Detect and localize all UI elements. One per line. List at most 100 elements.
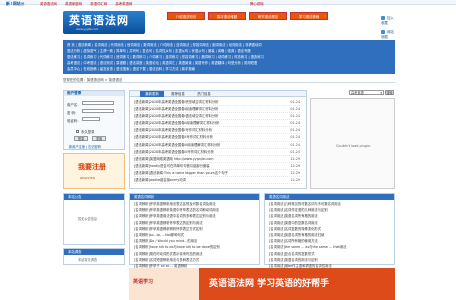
list-item[interactable]: [语法新闻]2020年高考英语全国卷I写作词汇材料分析 01-24 <box>134 127 302 135</box>
news-title[interactable]: [语法新闻]hardly是否可在简单句句首引起部分倒装 <box>134 163 274 169</box>
top-links: 英语语法网 英语家庭网 英语词汇网 高考英语网 <box>40 1 139 6</box>
news-title[interactable]: [语法新闻]2020年高考英语全国卷II写作词汇材料分析 <box>134 134 274 140</box>
username-input[interactable] <box>82 101 114 105</box>
news-title[interactable]: [语法新闻]语法新闻:This is twice bigger than you… <box>134 170 274 176</box>
promo-title: 我要注册 <box>78 163 106 171</box>
register-promo[interactable]: 我要注册 REGISTER <box>63 153 125 189</box>
news-title[interactable]: [语法新闻]2020年高考英语全国卷III写作词汇材料分析 <box>134 149 274 155</box>
plugin-frame: Couldn't load plugin. <box>310 98 395 189</box>
top-nav-bar: 新↑网站@ 英语语法网 英语家庭网 英语词汇网 高考英语网 腾心烦恼 <box>0 0 456 7</box>
news-title[interactable]: [语法新闻]英语网络英语网 http://www.yygnjlzl.com <box>134 156 274 162</box>
list-item[interactable]: [语法新闻]2020年高考英语全国卷I阅读理解词汇材料分析 01-24 <box>134 106 302 114</box>
list-item[interactable]: [语法新闻]2020年高考英语全国卷II阅读理解词汇材料分析 01-24 <box>134 120 302 128</box>
fav-item[interactable]: 加入收藏 <box>381 15 395 25</box>
list-item[interactable]: [语法新闻]hardly是否可在简单句句首引起部分倒装 12-29 <box>134 163 302 170</box>
site-brand[interactable]: 新↑网站@ <box>6 1 24 7</box>
top-link[interactable]: 英语家庭网 <box>65 2 82 6</box>
breadcrumb: 您现在的位置：英语语法网 > 英语语法 <box>63 77 395 83</box>
banner-link[interactable]: 探讨语法难题 <box>208 12 246 20</box>
fav-item[interactable]: 网站地图 <box>381 29 395 39</box>
noun-usage-panel: 英语名词用法 [名词用法]几种常见的可数名词与不可数名词用法 [名词用法]名词作… <box>264 193 395 268</box>
list-item[interactable]: [语法新闻]2020年高考英语全国卷III写作词汇材料分析 01-24 <box>134 149 302 156</box>
banner-text: 英语语法网 学习英语的好帮手 <box>209 279 330 289</box>
site-header: 英语语法网 www.yygfw.com 介绍语法知识 探讨语法难题 研究语法理论… <box>63 7 395 53</box>
news-date: 01-24 <box>290 149 300 154</box>
announcement-title: 本站公告 <box>64 194 124 200</box>
logo-subtitle: www.yygfw.com <box>76 27 99 31</box>
login-title: 用户登录 <box>64 91 124 96</box>
news-date: 01-24 <box>290 135 300 140</box>
top-link[interactable]: 英语词汇网 <box>90 2 107 6</box>
list-item[interactable]: [语法新闻]2020年高考英语全国卷I语法填空词汇材料分析 01-24 <box>134 113 302 121</box>
news-date: 12-29 <box>290 170 300 175</box>
chevron-down-icon: ▾ <box>380 91 382 95</box>
list-item[interactable]: [语法新闻]dislike能否接every动词 12-29 <box>134 177 302 185</box>
panel-list: [名词辨析]怀孕英语辨析用法表达区别及可数名词及用法 [名词辨析]怀孕英语辨析英… <box>130 200 259 269</box>
captcha-label: 验证码： <box>67 119 81 123</box>
news-title[interactable]: [语法新闻]2020年高考英语全国卷I完形填空词汇材料分析 <box>134 99 274 105</box>
list-item[interactable]: [语法新闻]英语网络英语网 http://www.yygnjlzl.com 12-… <box>134 156 302 163</box>
banner-ad-image: 英语学习 <box>129 268 199 300</box>
list-item[interactable]: [语法新闻]2020年高考英语全国卷I完形填空词汇材料分析 01-24 <box>134 99 302 107</box>
plugin-area: 高考英语 ▾ 搜索 Couldn't load plugin. <box>310 90 395 189</box>
banner-link[interactable]: 学习语法基础 <box>290 12 328 20</box>
survey-title: 本站调查 <box>64 249 124 255</box>
menu-row[interactable]: 会员中心 | 在线投稿 | 留言反馈 | 语法搜索 | 语法下载 | 语法百科 … <box>67 66 391 71</box>
reset-button[interactable]: 重置 <box>92 136 106 141</box>
top-link[interactable]: 英语语法网 <box>40 2 57 6</box>
remember-checkbox[interactable] <box>76 130 79 133</box>
news-title[interactable]: [语法新闻]dislike能否接every动词 <box>134 177 274 183</box>
announcement-box: 本站公告 暂无公告信息 <box>63 193 125 245</box>
menu-row[interactable]: 首 页 | 语法新闻 | 名词用法 | 代词用法 | 冠词用法 | 数词用法 |… <box>67 42 391 47</box>
news-title[interactable]: [语法新闻]2020年高考英语全国卷I阅读理解词汇材料分析 <box>134 106 274 112</box>
search-button[interactable]: 搜索 <box>385 90 394 95</box>
list-item[interactable]: [语法新闻]2020年高考英语全国卷III阅读理解词汇材料分析 01-24 <box>134 142 302 149</box>
logo-title: 英语语法网 <box>69 14 129 27</box>
plugin-message: Couldn't load plugin. <box>336 144 372 148</box>
site-logo[interactable]: 英语语法网 www.yygfw.com <box>63 11 145 34</box>
select-value: 高考英语 <box>351 91 364 95</box>
news-date: 01-24 <box>290 114 300 119</box>
news-list: [语法新闻]2020年高考英语全国卷I完形填空词汇材料分析 01-24 [语法新闻… <box>130 97 306 185</box>
news-title[interactable]: [语法新闻]2020年高考英语全国卷III阅读理解词汇材料分析 <box>134 142 274 148</box>
news-title[interactable]: [语法新闻]2020年高考英语全国卷I写作词汇材料分析 <box>134 127 274 133</box>
captcha-input[interactable] <box>82 117 100 121</box>
category-select[interactable]: 高考英语 ▾ <box>349 90 384 95</box>
panel-list: [名词用法]几种常见的可数名词与不可数名词用法 [名词用法]名词作定语的几种用法… <box>265 200 394 269</box>
news-date: 01-24 <box>290 128 300 133</box>
menu-row[interactable]: 高考语法 | 中考语法 | 语法测试 | 易错题 | 语法讲座 | 英语论坛 |… <box>67 60 391 65</box>
promo-subtitle: REGISTER <box>80 176 95 180</box>
news-date: 01-24 <box>290 142 300 147</box>
login-button[interactable]: 登录 <box>74 136 88 141</box>
announcement-empty: 暂无公告信息 <box>78 217 98 221</box>
password-input[interactable] <box>82 109 114 113</box>
news-date: 01-24 <box>290 121 300 126</box>
tab-popular[interactable]: 热门信息 <box>192 91 216 97</box>
bottom-banner[interactable]: 英语学习 英语语法网 学习英语的好帮手 <box>129 268 395 300</box>
banner-ad-text: 英语学习 <box>133 279 154 285</box>
news-date: 01-24 <box>290 107 300 112</box>
banner-link[interactable]: 研究语法理论 <box>249 12 287 20</box>
menu-row[interactable]: 语法分析 | 虚拟语气 | 主谓一致 | 简单句 | 并列句 | 复合句 | 名… <box>67 48 391 53</box>
news-title[interactable]: [语法新闻]2020年高考英语全国卷II阅读理解词汇材料分析 <box>134 120 274 126</box>
menu-row[interactable]: 语法练习 | 名词练习 | 代词练习 | 冠词练习 | 数词练习 | 介词练习 … <box>67 54 391 59</box>
news-date: 01-24 <box>290 100 300 104</box>
username-label: 用户名： <box>67 103 81 107</box>
news-list-box: 最新更新 推荐信息 热门信息 [语法新闻]2020年高考英语全国卷I完形填空词汇… <box>129 90 307 189</box>
map-icon <box>381 30 385 34</box>
login-footer-links[interactable]: 新用户注册 | 忘记密码 <box>69 144 101 149</box>
banner-link[interactable]: 介绍语法知识 <box>167 12 205 20</box>
news-date: 12-29 <box>290 163 300 168</box>
password-label: 密 码： <box>67 111 79 115</box>
news-tabs: 最新更新 推荐信息 热门信息 <box>130 91 306 97</box>
tab-latest[interactable]: 最新更新 <box>140 91 164 97</box>
main-menu: 首 页 | 语法新闻 | 名词用法 | 代词用法 | 冠词用法 | 数词用法 |… <box>63 40 395 74</box>
login-box: 用户登录 用户名： 密 码： 验证码： 永久登录 登录 重置 新用户注册 | 忘… <box>63 90 125 150</box>
list-item[interactable]: [语法新闻]语法新闻:This is twice bigger than you… <box>134 170 302 178</box>
top-link[interactable]: 高考英语网 <box>115 2 132 6</box>
tab-recommended[interactable]: 推荐信息 <box>166 91 190 97</box>
star-icon <box>381 16 385 20</box>
top-right-link[interactable]: 腾心烦恼 <box>250 1 264 6</box>
list-item[interactable]: [语法新闻]2020年高考英语全国卷II写作词汇材料分析 01-24 <box>134 134 302 142</box>
news-title[interactable]: [语法新闻]2020年高考英语全国卷I语法填空词汇材料分析 <box>134 113 274 119</box>
